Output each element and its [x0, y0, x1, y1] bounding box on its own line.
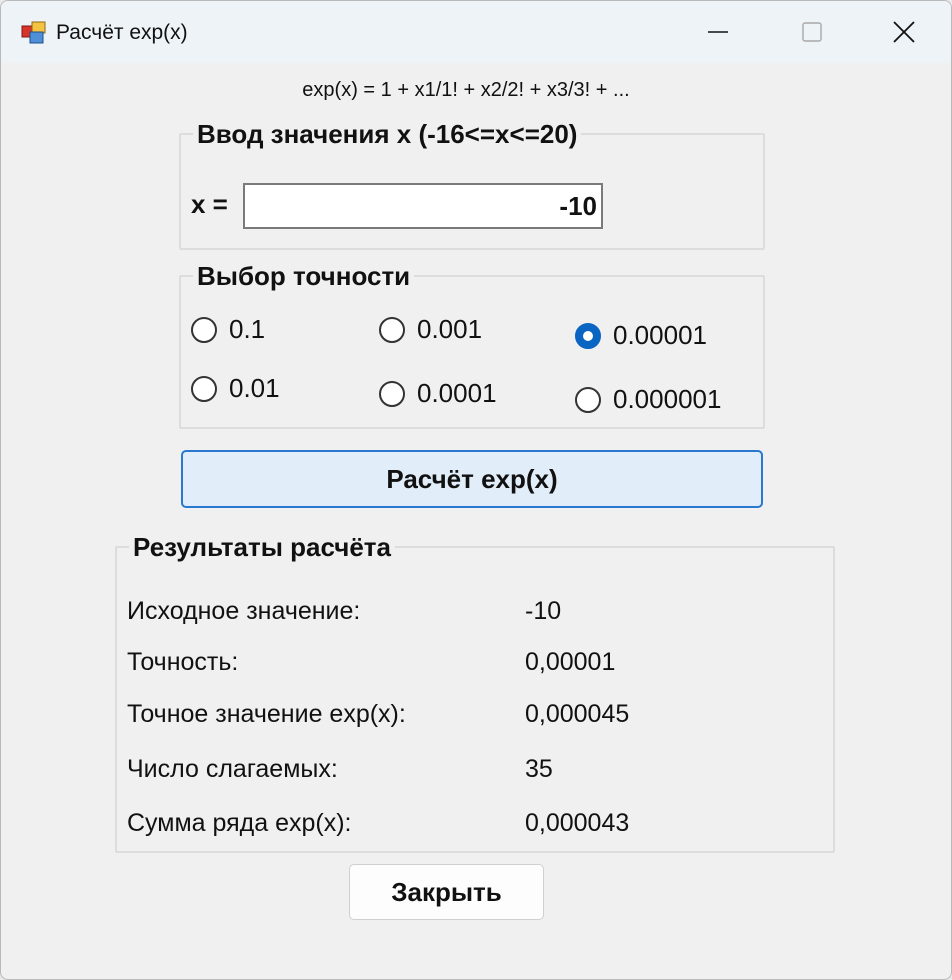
series-sum-label: Сумма ряда exp(x):	[127, 809, 352, 837]
term-count-value: 35	[525, 755, 553, 783]
radio-0-01[interactable]: 0.01	[191, 373, 280, 404]
radio-label: 0.000001	[613, 384, 722, 414]
precision-group-legend: Выбор точности	[193, 261, 415, 292]
radio-label: 0.001	[417, 314, 483, 344]
formula-label: exp(x) = 1 + x1/1! + x2/2! + x3/3! + ...	[302, 79, 630, 101]
radio-circle	[575, 386, 601, 413]
radio-circle	[379, 380, 405, 407]
radio-label: 0.01	[229, 373, 280, 403]
precision-value: 0,00001	[525, 648, 616, 676]
close-button[interactable]: Закрыть	[349, 864, 544, 920]
main-window: Расчёт exp(x) exp(x) = 1 + x1/1! + x2/2!…	[0, 0, 952, 980]
original-value: -10	[525, 597, 562, 625]
x-input[interactable]	[243, 183, 603, 229]
series-sum-value: 0,000043	[525, 809, 630, 837]
app-icon	[21, 21, 46, 44]
maximize-button[interactable]	[765, 1, 859, 63]
radio-0-1[interactable]: 0.1	[191, 314, 265, 345]
window-title: Расчёт exp(x)	[56, 21, 188, 44]
precision-label: Точность:	[127, 648, 239, 676]
radio-0-000001[interactable]: 0.000001	[575, 384, 721, 415]
close-icon	[893, 21, 915, 43]
radio-0-001[interactable]: 0.001	[379, 314, 482, 345]
exact-value: 0,000045	[525, 700, 630, 728]
original-value-label: Исходное значение:	[127, 597, 361, 625]
radio-label: 0.00001	[613, 320, 707, 350]
title-bar[interactable]: Расчёт exp(x)	[1, 1, 951, 63]
x-label: x =	[191, 189, 228, 219]
results-group-legend: Результаты расчёта	[129, 532, 395, 563]
input-group-legend: Ввод значения x (-16<=x<=20)	[193, 119, 582, 150]
radio-0-0001[interactable]: 0.0001	[379, 378, 497, 409]
radio-label: 0.0001	[417, 378, 497, 408]
exact-value-label: Точное значение exp(x):	[127, 700, 406, 728]
close-window-button[interactable]	[857, 1, 951, 63]
radio-label: 0.1	[229, 314, 266, 344]
term-count-label: Число слагаемых:	[127, 755, 338, 783]
radio-circle	[191, 375, 217, 402]
radio-circle	[379, 316, 405, 343]
maximize-icon	[802, 22, 822, 42]
radio-circle	[191, 316, 217, 343]
calculate-button[interactable]: Расчёт exp(x)	[181, 450, 763, 508]
radio-circle-checked	[575, 322, 601, 349]
minimize-icon	[708, 31, 728, 33]
radio-0-00001[interactable]: 0.00001	[575, 320, 707, 351]
minimize-button[interactable]	[671, 1, 765, 63]
